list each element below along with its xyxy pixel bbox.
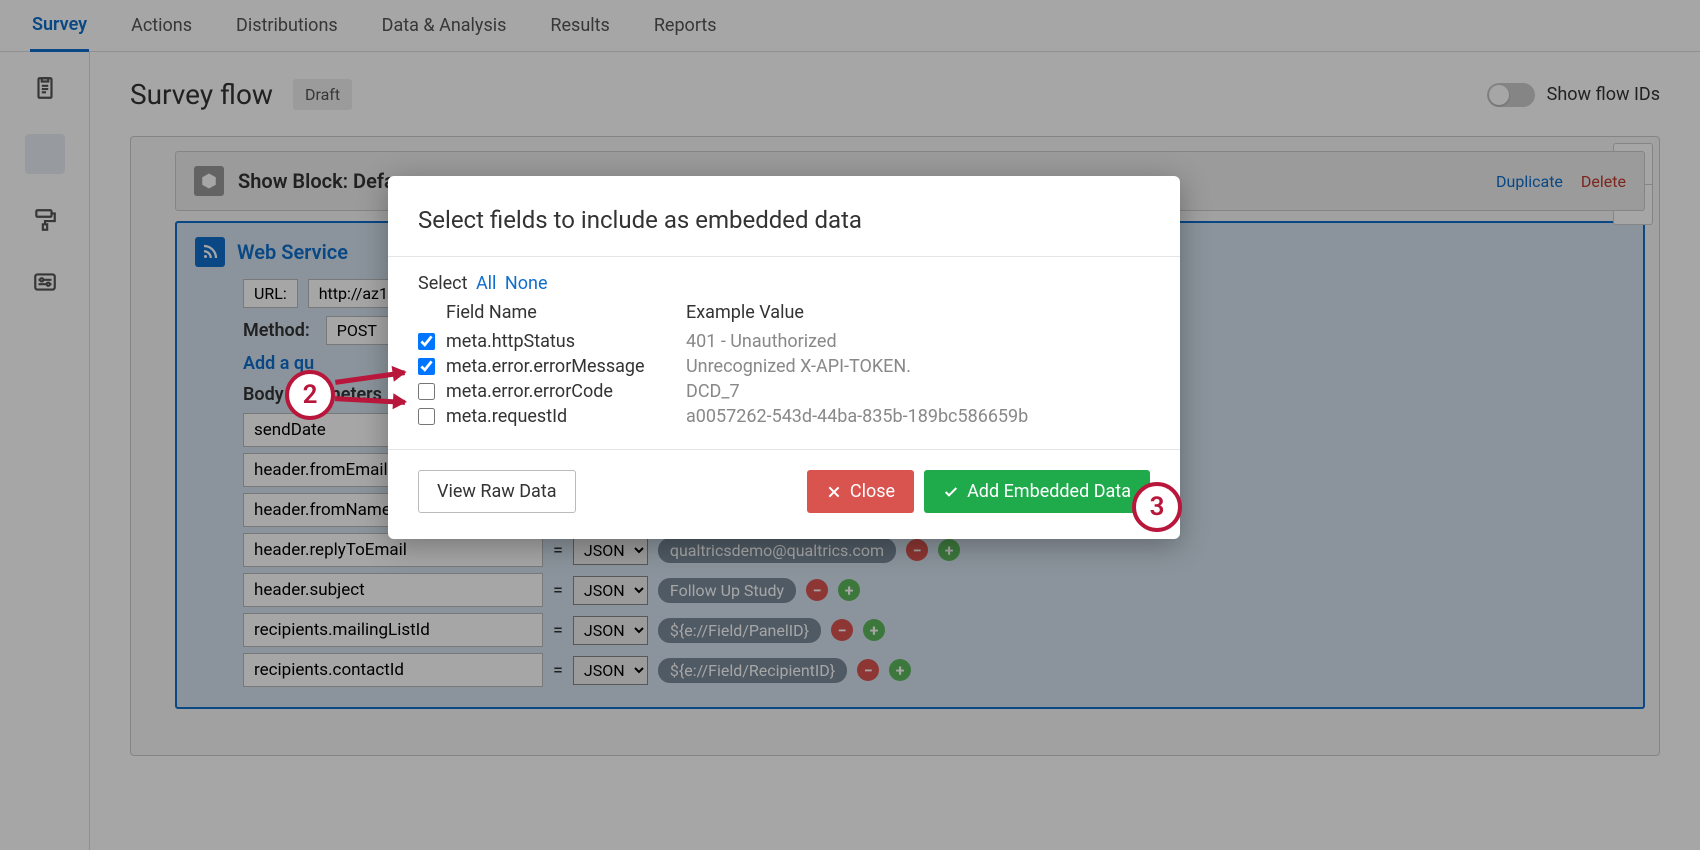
field-value: a0057262-543d-44ba-835b-189bc586659b [686,406,1150,427]
modal-title: Select fields to include as embedded dat… [388,176,1180,257]
check-icon [943,484,959,500]
view-raw-data-button[interactable]: View Raw Data [418,470,576,513]
field-name: meta.error.errorCode [446,381,686,402]
field-name: meta.error.errorMessage [446,356,686,377]
field-value: 401 - Unauthorized [686,331,1150,352]
field-value: Unrecognized X-API-TOKEN. [686,356,1150,377]
annotation-2: 2 [285,370,335,420]
select-label: Select [418,273,467,294]
close-button[interactable]: Close [807,470,914,513]
select-all-link[interactable]: All [476,273,497,294]
col-field-name: Field Name [446,302,686,327]
field-checkbox[interactable] [418,383,435,400]
close-icon [826,484,842,500]
add-embedded-data-button[interactable]: Add Embedded Data [924,470,1150,513]
field-name: meta.requestId [446,406,686,427]
field-checkbox[interactable] [418,358,435,375]
select-none-link[interactable]: None [505,273,548,294]
field-name: meta.httpStatus [446,331,686,352]
field-value: DCD_7 [686,381,1150,402]
annotation-3: 3 [1132,482,1182,532]
field-checkbox[interactable] [418,333,435,350]
field-checkbox[interactable] [418,408,435,425]
col-example-value: Example Value [686,302,1150,327]
embedded-data-modal: Select fields to include as embedded dat… [388,176,1180,539]
